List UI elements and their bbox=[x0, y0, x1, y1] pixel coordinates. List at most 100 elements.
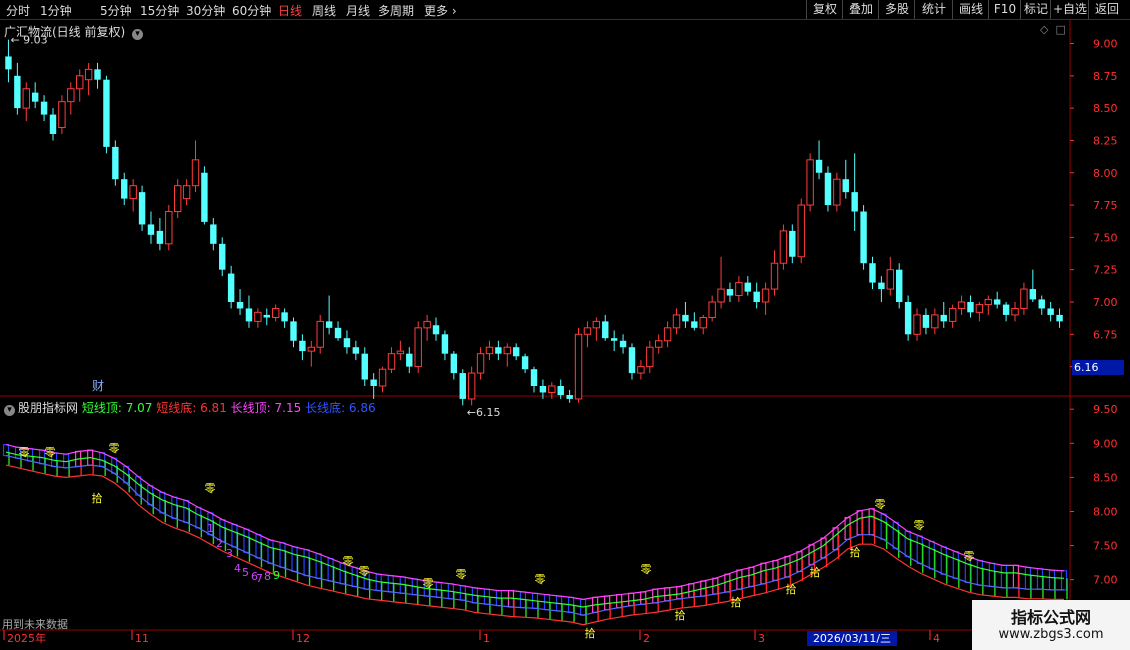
time-axis-label: 4 bbox=[933, 632, 940, 645]
candle-body bbox=[842, 179, 849, 193]
candle-body bbox=[789, 230, 796, 257]
candle-body bbox=[770, 262, 779, 290]
long-band-bar bbox=[255, 534, 262, 559]
indicator-value-3: 长线底: 6.86 bbox=[305, 401, 376, 415]
toolbar-button-0[interactable]: 复权 bbox=[806, 0, 843, 19]
signal-bottom-glyph: 拾 bbox=[675, 608, 686, 622]
long-band-bar bbox=[171, 496, 178, 519]
price-tick-label: 7.25 bbox=[1093, 264, 1118, 277]
long-band-bar bbox=[327, 557, 334, 582]
candle-body bbox=[1038, 299, 1045, 309]
candle-body bbox=[5, 56, 12, 70]
signal-bottom-glyph: 拾 bbox=[585, 626, 596, 640]
time-axis-label: 11 bbox=[135, 632, 149, 645]
candle-body bbox=[860, 211, 867, 264]
long-band-bar bbox=[159, 491, 166, 514]
candle-body bbox=[112, 146, 119, 180]
long-band-bar bbox=[952, 551, 959, 579]
period-tab-1[interactable]: 1分钟 bbox=[40, 2, 72, 19]
candle-body bbox=[1020, 288, 1028, 309]
period-tab-3[interactable]: 15分钟 bbox=[140, 2, 179, 19]
long-band-bar bbox=[1012, 564, 1020, 589]
candle-body bbox=[735, 282, 743, 297]
count-label: 7 bbox=[256, 572, 263, 585]
candle-body bbox=[378, 368, 387, 387]
candle-body bbox=[49, 114, 57, 134]
candle-body bbox=[699, 317, 707, 329]
toolbar-button-4[interactable]: 画线 bbox=[952, 0, 989, 19]
long-band-bar bbox=[628, 592, 635, 607]
long-band-bar bbox=[868, 508, 875, 536]
period-tab-4[interactable]: 30分钟 bbox=[186, 2, 225, 19]
signal-bottom-glyph: 拾 bbox=[92, 491, 103, 505]
long-band-bar bbox=[664, 587, 671, 602]
period-tab-9[interactable]: 多周期 bbox=[378, 2, 414, 19]
period-tab-7[interactable]: 周线 bbox=[312, 2, 336, 19]
candle-body bbox=[316, 320, 324, 348]
indicator-value-0: 短线顶: 7.07 bbox=[81, 401, 157, 415]
candle-body bbox=[236, 301, 244, 309]
ind-tick-label: 8.50 bbox=[1093, 471, 1118, 484]
period-tab-0[interactable]: 分时 bbox=[6, 2, 30, 19]
price-tick-label: 7.50 bbox=[1093, 231, 1118, 244]
candle-body bbox=[271, 307, 280, 319]
candle-body bbox=[40, 101, 48, 115]
toolbar-button-6[interactable]: 标记 bbox=[1020, 0, 1051, 19]
period-tab-6[interactable]: 日线 bbox=[278, 2, 302, 19]
long-band-bar bbox=[351, 566, 358, 588]
time-axis-label: 2 bbox=[643, 632, 650, 645]
toolbar-button-3[interactable]: 统计 bbox=[914, 0, 953, 19]
candle-body bbox=[984, 298, 992, 306]
long-band-bar bbox=[748, 566, 755, 588]
candle-body bbox=[619, 340, 627, 348]
candle-body bbox=[129, 185, 137, 200]
candle-body bbox=[761, 288, 770, 303]
candle-body bbox=[103, 79, 110, 147]
candle-body bbox=[22, 88, 30, 109]
period-tab-10[interactable]: 更多 › bbox=[424, 2, 457, 19]
long-band-bar bbox=[904, 530, 911, 558]
signal-bottom-glyph: 拾 bbox=[731, 595, 742, 609]
candle-body bbox=[441, 334, 449, 354]
time-axis-label: 3 bbox=[758, 632, 765, 645]
chart-canvas[interactable]: 9.00 8.75 8.50 8.25 8.00 7.75 7.50 7.25 7.00 6.75… bbox=[0, 20, 1130, 650]
toolbar-button-8[interactable]: 返回 bbox=[1088, 0, 1125, 19]
candle-body bbox=[904, 301, 912, 335]
toolbar-button-2[interactable]: 多股 bbox=[878, 0, 915, 19]
chevron-down-icon[interactable]: ▾ bbox=[4, 405, 15, 416]
long-band-bar bbox=[988, 562, 995, 588]
long-band-bar bbox=[796, 551, 803, 573]
price-tick-label: 7.00 bbox=[1093, 296, 1118, 309]
candle-body bbox=[557, 386, 564, 396]
candle-body bbox=[886, 269, 895, 290]
chart-area: 9.00 8.75 8.50 8.25 8.00 7.75 7.50 7.25 7.00 6.75… bbox=[0, 20, 1130, 650]
long-band-bar bbox=[640, 591, 647, 605]
long-band-bar bbox=[195, 506, 202, 529]
candle-body bbox=[432, 325, 440, 335]
time-axis-label: 12 bbox=[296, 632, 310, 645]
candle-body bbox=[637, 366, 645, 374]
long-band-bar bbox=[1024, 566, 1032, 590]
long-band-bar bbox=[808, 544, 815, 566]
signal-top-glyph: 零 bbox=[456, 568, 467, 581]
long-band-bar bbox=[183, 499, 190, 523]
indicator-values: 短线顶: 7.07 短线底: 6.81 长线顶: 7.15 长线底: 6.86 bbox=[82, 401, 376, 415]
period-tab-8[interactable]: 月线 bbox=[346, 2, 370, 19]
chart-tools-icons[interactable]: ◇ □ bbox=[1040, 23, 1066, 36]
candle-body bbox=[948, 307, 957, 322]
toolbar-button-5[interactable]: F10 bbox=[988, 0, 1021, 19]
candle-body bbox=[156, 230, 164, 244]
count-label: 8 bbox=[264, 570, 271, 583]
candle-body bbox=[708, 301, 716, 319]
candle-body bbox=[548, 385, 556, 393]
period-tab-2[interactable]: 5分钟 bbox=[100, 2, 132, 19]
toolbar-button-7[interactable]: +自选 bbox=[1050, 0, 1089, 19]
watermark-title: 指标公式网 bbox=[1010, 608, 1091, 627]
toolbar-button-1[interactable]: 叠加 bbox=[842, 0, 879, 19]
long-band-bar bbox=[976, 559, 983, 586]
candle-body bbox=[521, 356, 529, 370]
long-band-bar bbox=[892, 521, 899, 549]
period-tab-5[interactable]: 60分钟 bbox=[232, 2, 271, 19]
candle-body bbox=[779, 230, 788, 264]
chevron-down-icon[interactable]: ▾ bbox=[132, 29, 144, 40]
